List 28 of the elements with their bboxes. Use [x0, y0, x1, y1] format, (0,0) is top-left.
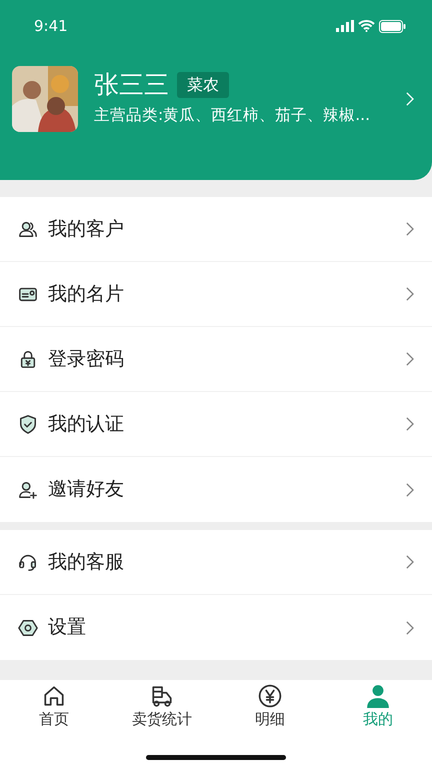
signal-icon	[336, 20, 354, 32]
headset-icon	[18, 552, 38, 572]
chevron-right-icon	[405, 222, 414, 236]
add-person-icon	[18, 480, 38, 500]
person-icon	[366, 684, 390, 708]
tab-item[interactable]: 首页	[0, 680, 108, 730]
chevron-right-icon	[405, 482, 414, 496]
chevron-right-icon	[405, 352, 414, 366]
lock-icon	[18, 349, 38, 369]
settings-icon	[18, 618, 38, 638]
tab-item[interactable]: 明细	[216, 680, 324, 730]
chevron-right-icon	[405, 555, 414, 569]
status-time: 9:41	[34, 16, 68, 37]
role-tag: 菜农	[177, 72, 229, 98]
chevron-right-icon	[405, 287, 414, 301]
user-name: 张三三	[94, 70, 169, 100]
shield-check-icon	[18, 414, 38, 434]
tab-item[interactable]: 卖货统计	[108, 680, 216, 730]
cart-icon	[150, 684, 174, 708]
yen-icon	[258, 684, 282, 708]
home-icon	[42, 684, 66, 708]
chevron-right-icon	[405, 417, 414, 431]
chevron-right-icon	[405, 620, 414, 634]
wifi-icon	[358, 20, 375, 32]
category-text: 主营品类:黄瓜、西红柿、茄子、辣椒...	[94, 105, 372, 126]
battery-icon	[379, 20, 406, 32]
chevron-right-icon	[405, 92, 414, 106]
people-icon	[18, 219, 38, 239]
